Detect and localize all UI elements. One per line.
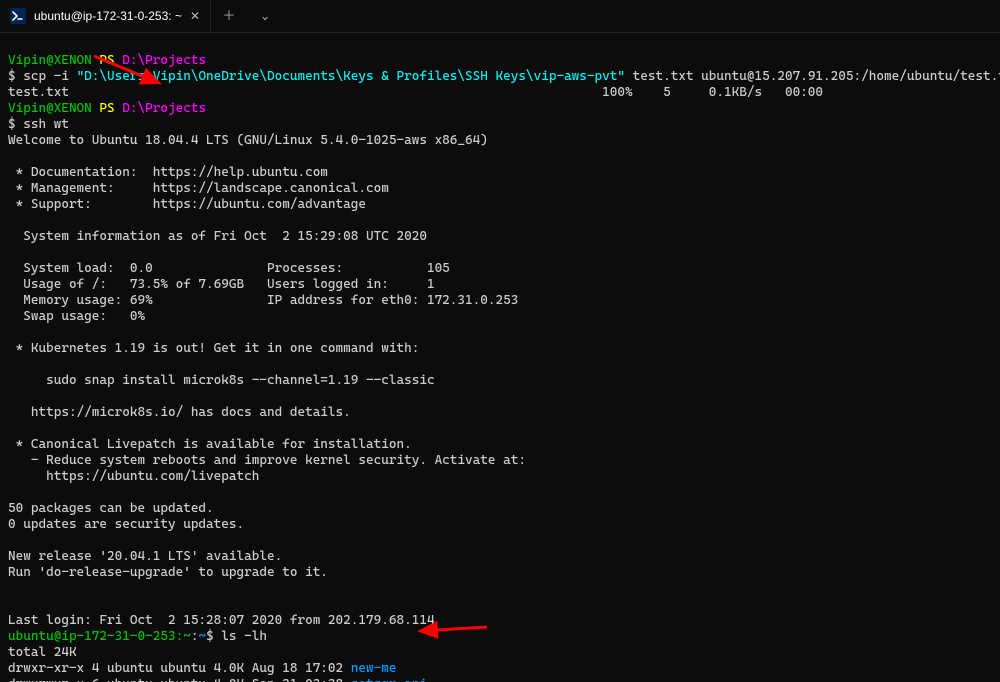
ls-row-1: drwxrwxr-x 6 ubuntu ubuntu 4.0K Sep 21 0…: [8, 677, 427, 682]
tab-close-button[interactable]: ✕: [190, 8, 200, 24]
motd-k8s-3: https://microk8s.io/ has docs and detail…: [8, 405, 351, 420]
motd-sysinfo-header: System information as of Fri Oct 2 15:29…: [8, 229, 427, 244]
window-titlebar: ubuntu@ip-172-31-0-253: ~ ✕ ＋ ⌄: [0, 0, 1000, 33]
motd-k8s-2: sudo snap install microk8s --channel=1.1…: [8, 373, 435, 388]
motd-livepatch-3: https://ubuntu.com/livepatch: [8, 469, 259, 484]
motd-livepatch-2: - Reduce system reboots and improve kern…: [8, 453, 526, 468]
motd-packages-1: 50 packages can be updated.: [8, 501, 214, 516]
new-tab-button[interactable]: ＋: [211, 0, 247, 32]
motd-last-login: Last login: Fri Oct 2 15:28:07 2020 from…: [8, 613, 435, 628]
motd-doc: * Documentation: https://help.ubuntu.com: [8, 165, 328, 180]
motd-release-2: Run 'do-release-upgrade' to upgrade to i…: [8, 565, 328, 580]
scp-command-line: $ scp -i "D:\Users\Vipin\OneDrive\Docume…: [8, 69, 1000, 84]
motd-packages-2: 0 updates are security updates.: [8, 517, 244, 532]
motd-sysinfo-4: Swap usage: 0%: [8, 309, 145, 324]
motd-welcome: Welcome to Ubuntu 18.04.4 LTS (GNU/Linux…: [8, 133, 488, 148]
tab-title: ubuntu@ip-172-31-0-253: ~: [34, 8, 182, 24]
motd-sysinfo-2: Usage of /: 73.5% of 7.69GB Users logged…: [8, 277, 435, 292]
powershell-icon: [10, 8, 26, 24]
motd-release-1: New release '20.04.1 LTS' available.: [8, 549, 282, 564]
motd-mgmt: * Management: https://landscape.canonica…: [8, 181, 389, 196]
terminal-output[interactable]: Vipin@XENON PS D:\Projects $ scp -i "D:\…: [0, 33, 1000, 682]
motd-k8s-1: * Kubernetes 1.19 is out! Get it in one …: [8, 341, 419, 356]
tab-dropdown-button[interactable]: ⌄: [247, 0, 283, 32]
motd-livepatch-1: * Canonical Livepatch is available for i…: [8, 437, 412, 452]
prompt-line-1: Vipin@XENON PS D:\Projects: [8, 53, 206, 68]
scp-progress-line: test.txt 100% 5 0.1KB/s 00:00: [8, 85, 823, 100]
ls-command-line: ubuntu@ip-172-31-0-253:~:~$ ls -lh: [8, 629, 267, 644]
motd-sysinfo-1: System load: 0.0 Processes: 105: [8, 261, 450, 276]
prompt-line-2: Vipin@XENON PS D:\Projects: [8, 101, 206, 116]
motd-sysinfo-3: Memory usage: 69% IP address for eth0: 1…: [8, 293, 518, 308]
tab-active[interactable]: ubuntu@ip-172-31-0-253: ~ ✕: [0, 0, 211, 32]
ls-total: total 24K: [8, 645, 77, 660]
ssh-command-line: $ ssh wt: [8, 117, 69, 132]
motd-support: * Support: https://ubuntu.com/advantage: [8, 197, 366, 212]
ls-row-0: drwxr-xr-x 4 ubuntu ubuntu 4.0K Aug 18 1…: [8, 661, 396, 676]
